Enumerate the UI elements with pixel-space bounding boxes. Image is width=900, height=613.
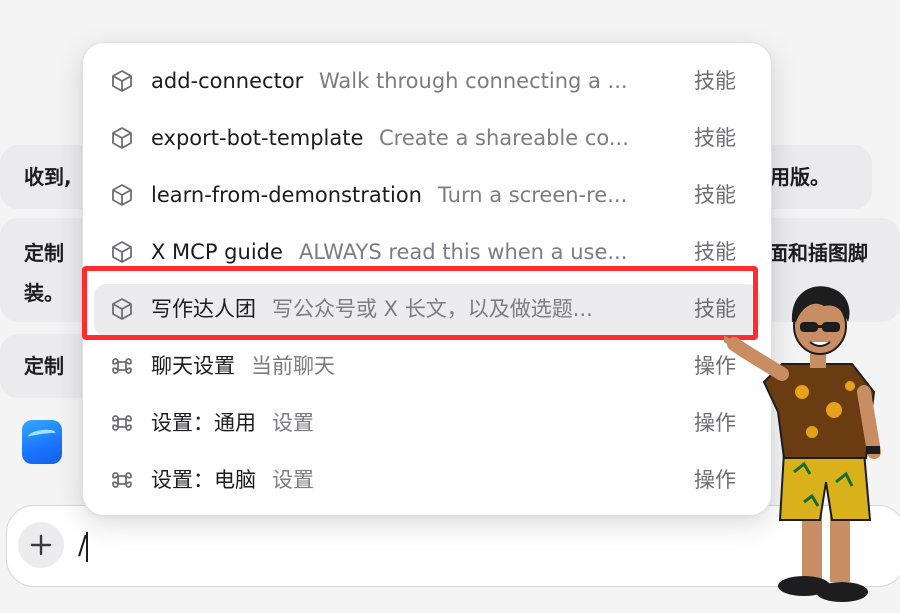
command-type-tag: 技能 (694, 183, 736, 207)
command-description: 设置 (272, 468, 314, 492)
command-icon (109, 353, 135, 379)
command-description: Turn a screen-re... (438, 183, 628, 207)
command-type-tag: 技能 (694, 126, 736, 150)
cube-icon (109, 125, 135, 151)
command-item[interactable]: learn-from-demonstration Turn a screen-re… (82, 168, 772, 222)
command-description: Walk through connecting a ... (319, 69, 628, 93)
command-type-tag: 技能 (694, 240, 736, 264)
add-attachment-button[interactable] (18, 522, 64, 568)
message-text: 收到, (24, 165, 72, 189)
command-name: 聊天设置 (151, 354, 235, 378)
command-item[interactable]: 设置：电脑 设置 操作 (82, 453, 772, 507)
message-text: 定制 (24, 241, 64, 265)
cube-icon (109, 68, 135, 94)
assistant-avatar (22, 420, 62, 464)
command-item[interactable]: 设置：通用 设置 操作 (82, 396, 772, 450)
text-caret (86, 532, 88, 562)
message-text: 定制 (24, 354, 64, 378)
command-item[interactable]: 聊天设置 当前聊天 操作 (82, 339, 772, 393)
mascot-illustration (724, 286, 881, 602)
brush-stroke-icon (27, 428, 57, 442)
command-name: X MCP guide (151, 240, 283, 264)
command-name: learn-from-demonstration (151, 183, 422, 207)
command-type-tag: 技能 (694, 69, 736, 93)
command-name: export-bot-template (151, 126, 364, 150)
command-description: Create a shareable co... (379, 126, 629, 150)
command-name: add-connector (151, 69, 304, 93)
command-name: 设置：电脑 (151, 468, 256, 492)
message-input[interactable]: / (78, 528, 778, 564)
plus-icon (30, 534, 52, 556)
command-name: 设置：通用 (151, 411, 256, 435)
message-text: 装。 (24, 281, 64, 305)
command-item[interactable]: export-bot-template Create a shareable co… (82, 111, 772, 165)
message-text: 面和插图脚 (768, 241, 868, 265)
cube-icon (109, 182, 135, 208)
command-icon (109, 410, 135, 436)
annotation-highlight-box (82, 266, 758, 340)
command-description: 设置 (272, 411, 314, 435)
message-text: 用版。 (770, 165, 830, 189)
command-icon (109, 467, 135, 493)
command-item[interactable]: add-connector Walk through connecting a .… (82, 54, 772, 108)
command-description: 当前聊天 (251, 354, 335, 378)
command-description: ALWAYS read this when a use... (299, 240, 628, 264)
cube-icon (109, 239, 135, 265)
